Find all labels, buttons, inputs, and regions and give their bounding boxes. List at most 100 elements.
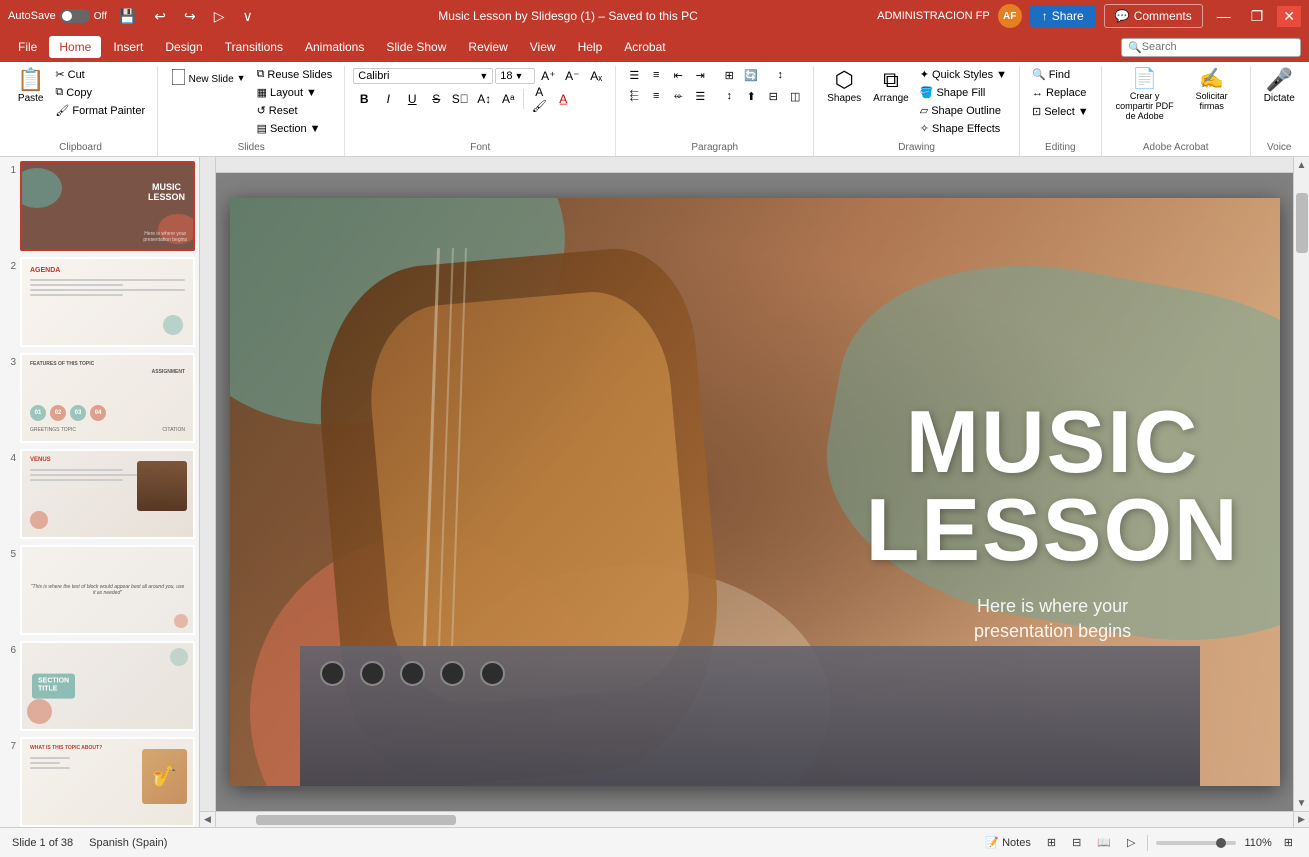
section-button[interactable]: ▤ Section ▼ (253, 120, 337, 137)
zoom-thumb[interactable] (1216, 838, 1226, 848)
dictate-button[interactable]: 🎤 Dictate (1259, 66, 1300, 107)
slide-thumb-4[interactable]: 4 VENUS (4, 449, 195, 539)
menu-slideshow[interactable]: Slide Show (376, 36, 456, 58)
scroll-left-button[interactable]: ◀ (200, 812, 216, 828)
save-button[interactable]: 💾 (113, 6, 142, 27)
cut-button[interactable]: ✂ Cut (51, 66, 149, 83)
menu-review[interactable]: Review (458, 36, 517, 58)
menu-view[interactable]: View (520, 36, 566, 58)
slide-preview-4[interactable]: VENUS (20, 449, 195, 539)
shape-outline-button[interactable]: ▱ Shape Outline (916, 102, 1011, 119)
normal-view-button[interactable]: ⊞ (1043, 834, 1060, 851)
slide-thumb-1[interactable]: 1 MUSICLESSON Here is where yourpresenta… (4, 161, 195, 251)
search-box[interactable]: 🔍 (1121, 38, 1301, 57)
spacing-button[interactable]: A↕ (473, 89, 495, 109)
vertical-scrollbar[interactable]: ▲ ▼ (1293, 157, 1309, 811)
zoom-slider[interactable] (1156, 841, 1236, 845)
redo-button[interactable]: ↪ (178, 6, 202, 27)
comments-button[interactable]: 💬 Comments (1104, 4, 1203, 28)
request-signatures-button[interactable]: ✍ Solicitar firmas (1182, 66, 1242, 114)
slideshow-button[interactable]: ▷ (1123, 834, 1139, 851)
slide-preview-6[interactable]: SECTIONTITLE (20, 641, 195, 731)
decrease-indent-button[interactable]: ⇤ (668, 66, 688, 84)
scroll-thumb-h[interactable] (256, 815, 456, 825)
scroll-up-button[interactable]: ▲ (1294, 157, 1309, 173)
slide-sorter-button[interactable]: ⊟ (1068, 834, 1085, 851)
strikethrough-button[interactable]: S (425, 89, 447, 109)
notes-button[interactable]: 📝 Notes (981, 834, 1035, 851)
menu-help[interactable]: Help (568, 36, 613, 58)
scroll-right-button[interactable]: ▶ (1293, 812, 1309, 828)
font-case-button[interactable]: Aᵃ (497, 89, 519, 109)
align-left-button[interactable]: ⬱ (624, 87, 644, 105)
reuse-slides-button[interactable]: ⧉ Reuse Slides (253, 66, 337, 83)
smart-art-button[interactable]: 🔄 (741, 66, 761, 84)
select-button[interactable]: ⊡ Select ▼ (1028, 103, 1093, 120)
autosave-toggle[interactable]: AutoSave Off (8, 9, 107, 23)
align-right-button[interactable]: ⬰ (668, 87, 688, 105)
minimize-button[interactable]: — (1211, 6, 1237, 26)
copy-button[interactable]: ⧉ Copy (51, 84, 149, 101)
undo-button[interactable]: ↩ (148, 6, 172, 27)
menu-animations[interactable]: Animations (295, 36, 374, 58)
slide-thumb-7[interactable]: 7 WHAT IS THIS TOPIC ABOUT? 🎷 (4, 737, 195, 827)
columns-button[interactable]: ⊞ (719, 66, 739, 84)
font-family-dropdown[interactable]: Calibri ▼ (353, 68, 493, 84)
highlight-button[interactable]: A🖌 (528, 89, 550, 109)
scroll-thumb-v[interactable] (1296, 193, 1308, 253)
numbered-list-button[interactable]: ≡ (646, 66, 666, 84)
font-color-button[interactable]: A̲ (552, 89, 574, 109)
create-pdf-button[interactable]: 📄 Crear y compartir PDF de Adobe (1110, 66, 1180, 124)
close-button[interactable]: ✕ (1277, 6, 1301, 27)
paste-button[interactable]: 📋 Paste (12, 66, 49, 107)
layout-button[interactable]: ▦ Layout ▼ (253, 84, 337, 101)
shape-fill-button[interactable]: 🪣 Shape Fill (916, 84, 1011, 101)
replace-button[interactable]: ↔ Replace (1028, 85, 1090, 101)
increase-font-button[interactable]: A⁺ (537, 66, 559, 86)
font-size-dropdown[interactable]: 18 ▼ (495, 68, 535, 84)
shapes-button[interactable]: ⬡ Shapes (822, 66, 866, 107)
slide-thumb-6[interactable]: 6 SECTIONTITLE (4, 641, 195, 731)
menu-file[interactable]: File (8, 36, 47, 58)
bullet-list-button[interactable]: ☰ (624, 66, 644, 84)
search-input[interactable] (1142, 41, 1282, 53)
clear-format-button[interactable]: Aₓ (585, 66, 607, 86)
format-painter-button[interactable]: 🖌 Format Painter (51, 102, 149, 119)
restore-button[interactable]: ❐ (1245, 6, 1270, 27)
scroll-down-button[interactable]: ▼ (1294, 795, 1309, 811)
slide-preview-5[interactable]: "This is where the text of block would a… (20, 545, 195, 635)
reset-button[interactable]: ↺ Reset (253, 102, 337, 119)
line-spacing-button[interactable]: ↕ (719, 87, 739, 105)
convert-to-smartart-button[interactable]: ◫ (785, 87, 805, 105)
align-center-button[interactable]: ≡ (646, 87, 666, 105)
justify-button[interactable]: ☰ (690, 87, 710, 105)
new-slide-button[interactable]: 🗌 New Slide ▼ (166, 66, 250, 90)
shape-effects-button[interactable]: ✧ Shape Effects (916, 120, 1011, 137)
slide-title-area[interactable]: MUSIC LESSON Here is where yourpresentat… (866, 398, 1240, 644)
fit-slide-button[interactable]: ⊞ (1280, 834, 1297, 851)
slide-thumb-5[interactable]: 5 "This is where the text of block would… (4, 545, 195, 635)
customize-button[interactable]: ∨ (237, 6, 259, 27)
slide-preview-3[interactable]: FEATURES OF THIS TOPIC ASSIGNMENT 01 02 … (20, 353, 195, 443)
menu-acrobat[interactable]: Acrobat (614, 36, 675, 58)
slide-thumb-3[interactable]: 3 FEATURES OF THIS TOPIC ASSIGNMENT 01 0… (4, 353, 195, 443)
menu-insert[interactable]: Insert (103, 36, 153, 58)
reading-view-button[interactable]: 📖 (1093, 834, 1115, 851)
find-button[interactable]: 🔍 Find (1028, 66, 1074, 83)
slide-preview-2[interactable]: AGENDA (20, 257, 195, 347)
editing-area[interactable]: MUSIC LESSON Here is where yourpresentat… (200, 157, 1293, 811)
text-shadow-button[interactable]: S⃝ (449, 89, 471, 109)
sort-button[interactable]: ↕ (770, 66, 790, 84)
share-button[interactable]: ↑ Share (1030, 5, 1096, 27)
menu-home[interactable]: Home (49, 36, 101, 58)
menu-design[interactable]: Design (155, 36, 212, 58)
text-direction-button[interactable]: ⬆ (741, 87, 761, 105)
slide-thumb-2[interactable]: 2 AGENDA (4, 257, 195, 347)
bold-button[interactable]: B (353, 89, 375, 109)
vertical-align-button[interactable]: ⊟ (763, 87, 783, 105)
present-button[interactable]: ▷ (208, 6, 231, 27)
slide-preview-1[interactable]: MUSICLESSON Here is where yourpresentati… (20, 161, 195, 251)
menu-transitions[interactable]: Transitions (215, 36, 293, 58)
italic-button[interactable]: I (377, 89, 399, 109)
decrease-font-button[interactable]: A⁻ (561, 66, 583, 86)
